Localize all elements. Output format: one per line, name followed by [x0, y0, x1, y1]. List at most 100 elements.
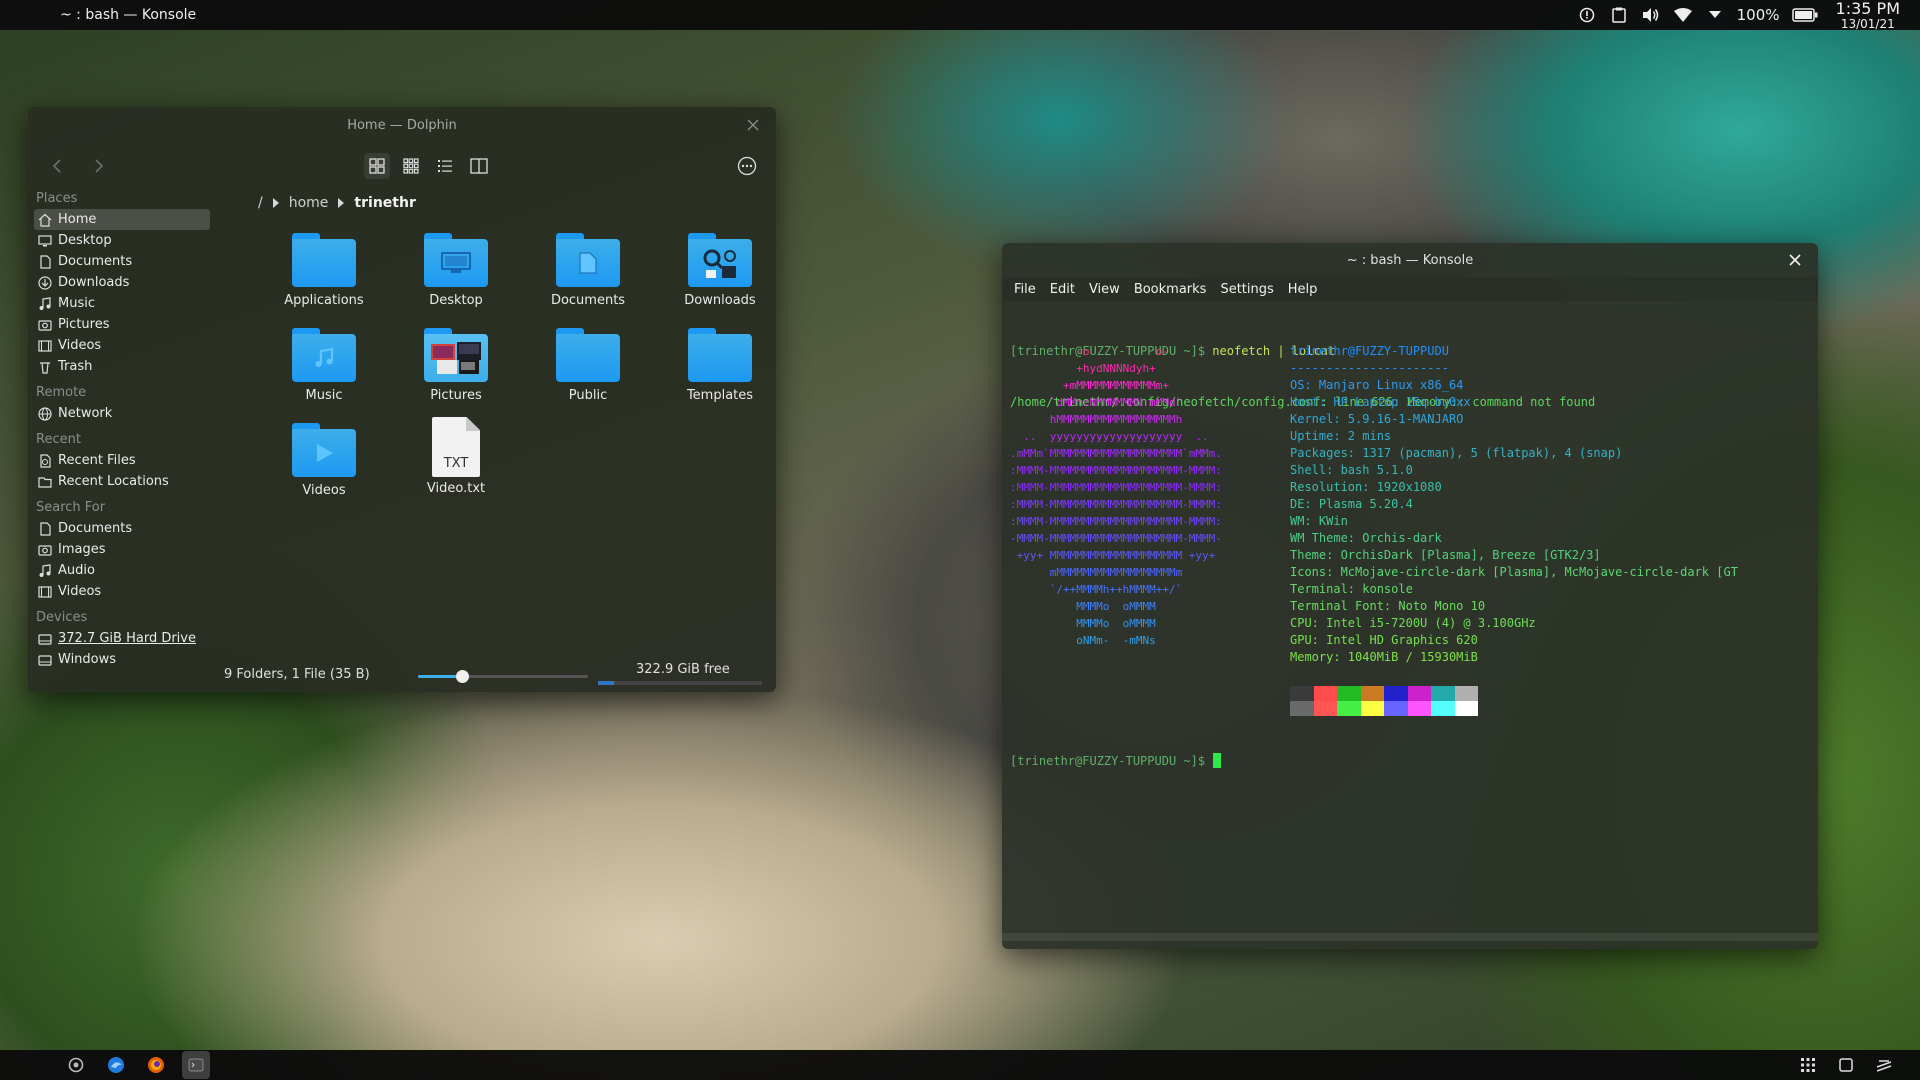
taskbar	[0, 1050, 1920, 1080]
volume-icon[interactable]	[1641, 5, 1661, 25]
sidebar-item-pictures[interactable]: Pictures	[34, 314, 244, 335]
folder-music[interactable]: Music	[258, 328, 390, 418]
music-icon	[39, 296, 51, 310]
icons-view-icon[interactable]	[364, 153, 390, 179]
active-prompt: [trinethr@FUZZY-TUPPUDU ~]$	[1010, 753, 1222, 768]
sidebar-item-recent-files[interactable]: Recent Files	[34, 450, 244, 471]
more-options-icon[interactable]	[734, 153, 760, 179]
menu-settings[interactable]: Settings	[1220, 282, 1273, 297]
breadcrumb-current[interactable]: trinethr	[354, 195, 415, 211]
sidebar-item-documents[interactable]: Documents	[34, 251, 244, 272]
home-icon	[38, 213, 52, 227]
zoom-slider[interactable]	[418, 670, 588, 683]
breadcrumb-home[interactable]: home	[289, 195, 329, 211]
neofetch-info: trinethr@FUZZY-TUPPUDU ------------------…	[1290, 343, 1738, 666]
menu-edit[interactable]: Edit	[1050, 282, 1075, 297]
notifications-icon[interactable]	[1874, 1055, 1894, 1075]
sidebar-item-search-videos[interactable]: Videos	[34, 581, 244, 602]
palette-swatch	[1313, 686, 1337, 701]
folder-downloads[interactable]: Downloads	[654, 233, 776, 323]
menu-help[interactable]: Help	[1288, 282, 1318, 297]
breadcrumb-root[interactable]: /	[258, 195, 263, 211]
sidebar-item-hard-drive[interactable]: 372.7 GiB Hard Drive	[34, 628, 244, 649]
neofetch-info-line: GPU: Intel HD Graphics 620	[1290, 633, 1478, 647]
sidebar-item-search-documents[interactable]: Documents	[34, 518, 244, 539]
browser-icon[interactable]	[102, 1051, 130, 1079]
menu-icon[interactable]	[62, 1051, 90, 1079]
firefox-icon[interactable]	[142, 1051, 170, 1079]
folder-documents[interactable]: Documents	[522, 233, 654, 323]
battery-icon[interactable]	[1791, 5, 1818, 25]
menu-file[interactable]: File	[1014, 282, 1036, 297]
compact-view-icon[interactable]	[398, 153, 424, 179]
clock[interactable]: 1:35 PM 13/01/21	[1836, 0, 1900, 30]
close-icon[interactable]	[1786, 251, 1804, 269]
clipboard-icon[interactable]	[1609, 5, 1629, 25]
file-video-txt[interactable]: TXT Video.txt	[390, 417, 522, 507]
palette-swatch	[1290, 701, 1314, 716]
sidebar-item-desktop[interactable]: Desktop	[34, 230, 244, 251]
wifi-icon[interactable]	[1673, 5, 1693, 25]
sidebar-item-trash[interactable]: Trash	[34, 356, 244, 377]
neofetch-logo: -o o- +hydNNNNdyh+ +mMMMMMMMMMMMMm+ `dMM…	[1010, 343, 1222, 649]
arrow-down-icon[interactable]	[1705, 5, 1725, 25]
folder-videos-icon	[292, 423, 356, 477]
sidebar-item-label: Videos	[58, 338, 102, 353]
folder-public[interactable]: Public	[522, 328, 654, 418]
sidebar-item-network[interactable]: Network	[34, 403, 244, 424]
free-space-label: 322.9 GiB free	[636, 662, 730, 677]
ascii-art-line: +yy+ MMMMMMMMMMMMMMMMMMMM +yy+	[1010, 549, 1216, 562]
videos-icon	[38, 585, 52, 598]
terminal-output[interactable]: [trinethr@FUZZY-TUPPUDU ~]$ neofetch | l…	[1010, 309, 1738, 664]
apps-grid-icon[interactable]	[1798, 1055, 1818, 1075]
breadcrumb: / home trinethr	[258, 195, 416, 211]
split-view-icon[interactable]	[466, 153, 492, 179]
close-icon[interactable]	[744, 116, 762, 134]
menu-bookmarks[interactable]: Bookmarks	[1134, 282, 1207, 297]
ascii-art-line: +hydNNNNdyh+	[1010, 362, 1156, 375]
menu-view[interactable]: View	[1089, 282, 1120, 297]
file-label: Applications	[284, 293, 364, 308]
neofetch-info-line: Shell: bash 5.1.0	[1290, 463, 1413, 477]
show-desktop-icon[interactable]	[1836, 1055, 1856, 1075]
konsole-icon[interactable]	[182, 1051, 210, 1079]
sidebar-item-search-audio[interactable]: Audio	[34, 560, 244, 581]
sidebar-item-recent-locations[interactable]: Recent Locations	[34, 471, 244, 492]
ascii-art-line: MMMMo oMMMM	[1010, 600, 1156, 613]
folder-templates[interactable]: Templates	[654, 328, 776, 418]
ascii-art-line: :MMMM-MMMMMMMMMMMMMMMMMMMM-MMMM:	[1010, 464, 1222, 477]
details-view-icon[interactable]	[432, 153, 458, 179]
horizontal-scrollbar[interactable]	[1002, 933, 1818, 941]
folder-icon	[688, 328, 752, 382]
palette-swatch	[1384, 686, 1408, 701]
folder-videos[interactable]: Videos	[258, 423, 390, 513]
chevron-right-icon[interactable]	[272, 198, 279, 208]
dolphin-titlebar[interactable]: Home — Dolphin	[28, 107, 776, 143]
folder-desktop[interactable]: Desktop	[390, 233, 522, 323]
neofetch-info-line: Kernel: 5.9.16-1-MANJARO	[1290, 412, 1464, 426]
neofetch-info-line: WM Theme: Orchis-dark	[1290, 531, 1442, 545]
places-panel: Places Home Desktop Documents Downloads …	[34, 189, 244, 670]
neofetch-info-line: Packages: 1317 (pacman), 5 (flatpak), 4 …	[1290, 446, 1623, 460]
chevron-right-icon[interactable]	[338, 198, 345, 208]
folder-pictures[interactable]: Pictures	[390, 328, 522, 418]
back-button[interactable]	[44, 153, 70, 179]
zoom-slider-handle[interactable]	[456, 670, 470, 683]
sidebar-item-downloads[interactable]: Downloads	[34, 272, 244, 293]
konsole-titlebar[interactable]: ~ : bash — Konsole	[1002, 243, 1818, 277]
neofetch-info-line: Theme: OrchisDark [Plasma], Breeze [GTK2…	[1290, 548, 1601, 562]
ascii-art-line: .mMMm`MMMMMMMMMMMMMMMMMMMM`mMMm.	[1010, 447, 1222, 460]
info-icon[interactable]	[1577, 5, 1597, 25]
file-label: Video.txt	[426, 481, 486, 496]
sidebar-item-videos[interactable]: Videos	[34, 335, 244, 356]
ascii-art-line: -o o-	[1010, 345, 1169, 358]
neofetch-user-host: trinethr@FUZZY-TUPPUDU	[1290, 344, 1449, 358]
folder-icon	[292, 233, 356, 287]
sidebar-item-search-images[interactable]: Images	[34, 539, 244, 560]
sidebar-item-home[interactable]: Home	[34, 209, 210, 230]
forward-button[interactable]	[86, 153, 112, 179]
ascii-art-line: MMMMo oMMMM	[1010, 617, 1156, 630]
palette-swatch	[1337, 686, 1361, 701]
sidebar-item-music[interactable]: Music	[34, 293, 244, 314]
folder-applications[interactable]: Applications	[258, 233, 390, 323]
